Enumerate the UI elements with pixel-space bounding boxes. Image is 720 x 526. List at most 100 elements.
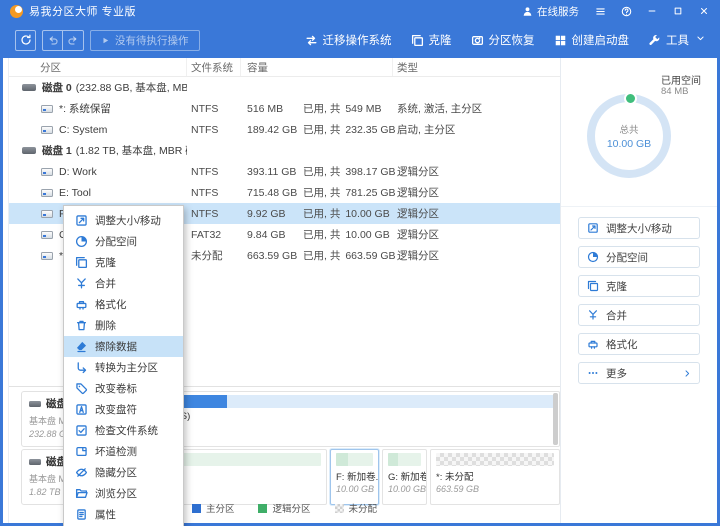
context-menu-item[interactable]: 克隆 xyxy=(64,252,183,273)
sidebar-action-button[interactable]: 合并 xyxy=(578,304,700,326)
sidebar-action-button[interactable]: 格式化 xyxy=(578,333,700,355)
app-window: 易我分区大师 专业版 在线服务 没有待执行操作 xyxy=(0,0,720,526)
partition-usage-bar xyxy=(388,453,421,466)
boot-disk-icon xyxy=(554,34,567,47)
clone-icon xyxy=(75,256,88,269)
type-cell: 系统, 激活, 主分区 xyxy=(393,101,560,116)
partition-icon xyxy=(41,210,53,218)
filesystem-cell: NTFS xyxy=(187,124,241,136)
toolbar-action-label: 分区恢复 xyxy=(489,32,535,48)
sidebar-action-button[interactable]: 分配空间 xyxy=(578,246,700,268)
column-header-filesystem[interactable]: 文件系统 xyxy=(187,58,241,76)
total-label: 总共 xyxy=(619,122,638,136)
volume-label-icon xyxy=(75,382,88,395)
partition-usage-bar xyxy=(336,453,373,466)
table-row-disk[interactable]: 磁盘 0(232.88 GB, 基本盘, MBR 磁盘) xyxy=(9,77,560,98)
context-menu-item[interactable]: 坏道检测 xyxy=(64,441,183,462)
resize-move-icon xyxy=(75,214,88,227)
context-menu-item[interactable]: 改变卷标 xyxy=(64,378,183,399)
legend-label: 主分区 xyxy=(206,501,235,515)
context-menu-item[interactable]: 合并 xyxy=(64,273,183,294)
sidebar-action-button[interactable]: 克隆 xyxy=(578,275,700,297)
context-menu-item-label: 隐藏分区 xyxy=(95,465,137,480)
table-row-partition[interactable]: C: SystemNTFS189.42 GB已用, 共232.35 GB启动, … xyxy=(9,119,560,140)
redo-button[interactable] xyxy=(63,30,84,51)
context-menu-item[interactable]: 改变盘符 xyxy=(64,399,183,420)
partition-icon xyxy=(41,168,53,176)
disk-name: 磁盘 1 xyxy=(42,143,72,158)
browse-partition-icon xyxy=(75,487,88,500)
column-header-type[interactable]: 类型 xyxy=(393,58,560,76)
undo-button[interactable] xyxy=(42,30,63,51)
disk-icon xyxy=(22,147,36,154)
pending-operations-button[interactable]: 没有待执行操作 xyxy=(90,30,200,51)
context-menu-item[interactable]: 擦除数据 xyxy=(64,336,183,357)
sidebar-action-label: 更多 xyxy=(606,366,627,381)
sidebar-action-button[interactable]: 调整大小/移动 xyxy=(578,217,700,239)
wipe-data-icon xyxy=(75,340,88,353)
disk-map-partition-card[interactable]: *: 未分配663.59 GB xyxy=(430,449,560,505)
filesystem-cell: NTFS xyxy=(187,166,241,178)
context-menu-item[interactable]: 检查文件系统 xyxy=(64,420,183,441)
format-icon xyxy=(75,298,88,311)
total-value: 10.00 GB xyxy=(607,138,651,150)
context-menu-item[interactable]: 格式化 xyxy=(64,294,183,315)
context-menu-item-label: 改变卷标 xyxy=(95,381,137,396)
column-header-partition[interactable]: 分区 xyxy=(9,58,187,76)
toolbar-action[interactable]: 工具 xyxy=(648,32,705,48)
context-menu-item[interactable]: 隐藏分区 xyxy=(64,462,183,483)
partition-name: C: System xyxy=(59,124,107,136)
close-button[interactable] xyxy=(691,0,717,22)
sidebar-action-label: 合并 xyxy=(606,308,627,323)
context-menu-item[interactable]: 分配空间 xyxy=(64,231,183,252)
titlebar: 易我分区大师 专业版 在线服务 xyxy=(3,0,717,22)
partition-icon xyxy=(41,126,53,134)
maximize-button[interactable] xyxy=(665,0,691,22)
list-icon xyxy=(595,6,606,17)
table-row-partition[interactable]: *: 系统保留NTFS516 MB已用, 共549 MB系统, 激活, 主分区 xyxy=(9,98,560,119)
toolbar-action[interactable]: 克隆 xyxy=(411,32,452,48)
menu-list-button[interactable] xyxy=(587,0,613,22)
context-menu-item[interactable]: 属性 xyxy=(64,504,183,525)
context-menu-item[interactable]: 转换为主分区 xyxy=(64,357,183,378)
legend-item: 未分配 xyxy=(335,501,378,515)
disk-icon xyxy=(22,84,36,91)
sidebar-action-button[interactable]: 更多 xyxy=(578,362,700,384)
toolbar-action[interactable]: 分区恢复 xyxy=(471,32,535,48)
partition-size: 10.00 GB xyxy=(336,484,373,494)
online-service-label: 在线服务 xyxy=(537,4,579,19)
type-cell: 逻辑分区 xyxy=(393,206,560,221)
toolbar-action[interactable]: 迁移操作系统 xyxy=(305,32,392,48)
hide-partition-icon xyxy=(75,466,88,479)
capacity-cell: 715.48 GB已用, 共781.25 GB xyxy=(241,185,393,200)
context-menu-item[interactable]: 调整大小/移动 xyxy=(64,210,183,231)
context-menu-item-label: 浏览分区 xyxy=(95,486,137,501)
partition-icon xyxy=(41,231,53,239)
context-menu-item-label: 克隆 xyxy=(95,255,116,270)
refresh-button[interactable] xyxy=(15,30,36,51)
toolbar-action[interactable]: 创建启动盘 xyxy=(554,32,630,48)
capacity-cell: 9.84 GB已用, 共10.00 GB xyxy=(241,227,393,242)
context-menu-item[interactable]: 浏览分区 xyxy=(64,483,183,504)
partition-label: G: 新加卷... xyxy=(388,469,421,483)
context-menu-item-label: 转换为主分区 xyxy=(95,360,158,375)
play-icon xyxy=(101,36,110,45)
undo-icon xyxy=(47,34,59,46)
minimize-button[interactable] xyxy=(639,0,665,22)
column-header-capacity[interactable]: 容量 xyxy=(241,58,393,76)
context-menu-item[interactable]: 删除 xyxy=(64,315,183,336)
used-space-value: 84 MB xyxy=(661,86,688,97)
properties-icon xyxy=(75,508,88,521)
table-row-disk[interactable]: 磁盘 1(1.82 TB, 基本盘, MBR 磁盘) xyxy=(9,140,560,161)
table-row-partition[interactable]: E: ToolNTFS715.48 GB已用, 共781.25 GB逻辑分区 xyxy=(9,182,560,203)
disk-map-partition-card[interactable]: F: 新加卷...10.00 GB xyxy=(330,449,379,505)
context-menu-item-label: 检查文件系统 xyxy=(95,423,158,438)
help-button[interactable] xyxy=(613,0,639,22)
context-menu-item-label: 擦除数据 xyxy=(95,339,137,354)
diskmap-scrollbar-thumb[interactable] xyxy=(553,393,558,445)
table-row-partition[interactable]: D: WorkNTFS393.11 GB已用, 共398.17 GB逻辑分区 xyxy=(9,161,560,182)
app-title: 易我分区大师 专业版 xyxy=(29,3,136,19)
online-service-button[interactable]: 在线服务 xyxy=(514,0,587,22)
disk-map-partition-card[interactable]: G: 新加卷...10.00 GB xyxy=(382,449,427,505)
chevron-down-icon xyxy=(696,34,705,43)
